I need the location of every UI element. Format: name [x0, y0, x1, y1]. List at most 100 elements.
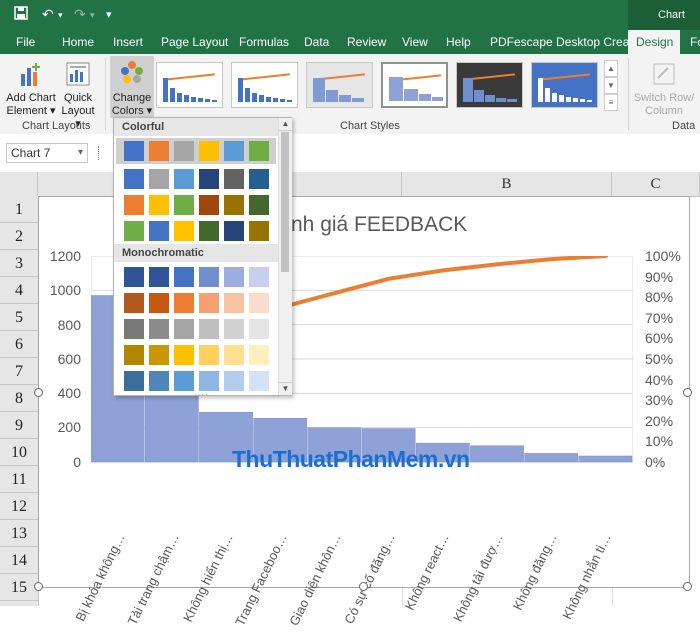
name-box[interactable]: Chart 7 ▾	[6, 143, 88, 163]
resize-handle[interactable]	[34, 388, 43, 397]
color-swatch	[174, 293, 194, 313]
change-colors-button[interactable]: Change Colors ▾	[110, 56, 154, 118]
dropdown-scrollbar[interactable]: ▲ ▼	[278, 118, 292, 395]
y-tick-label: 800	[57, 317, 81, 333]
palette-colorful-3[interactable]	[116, 192, 276, 218]
row-header[interactable]: 9	[0, 412, 38, 439]
chart-style-1[interactable]	[156, 62, 223, 108]
column-header-b[interactable]: B	[402, 172, 612, 196]
tab-file[interactable]: File	[16, 30, 35, 54]
color-swatch	[124, 141, 144, 161]
tab-data[interactable]: Data	[304, 30, 329, 54]
y2-tick-label: 80%	[645, 289, 674, 305]
tab-formulas[interactable]: Formulas	[239, 30, 289, 54]
chart-style-2[interactable]	[231, 62, 298, 108]
column-header-c[interactable]: C	[612, 172, 700, 196]
switch-row-column-button[interactable]: Switch Row/ Column	[632, 60, 696, 118]
tab-format[interactable]: Fo	[690, 30, 700, 54]
add-chart-element-button[interactable]: Add Chart Element ▾	[6, 60, 56, 118]
palette-mono-2[interactable]	[116, 290, 276, 316]
resize-handle[interactable]	[34, 582, 43, 591]
namebox-resize-handle[interactable]	[98, 146, 103, 160]
row-header[interactable]: 15	[0, 574, 38, 601]
add-chart-element-label-1: Add Chart	[6, 92, 56, 104]
bar[interactable]	[524, 453, 579, 463]
row-header[interactable]: 10	[0, 439, 38, 466]
row-header[interactable]: 5	[0, 304, 38, 331]
more-styles-icon[interactable]: ≡	[604, 94, 618, 111]
y2-tick-label: 30%	[645, 392, 674, 408]
scroll-down-arrow-icon[interactable]: ▼	[279, 382, 292, 395]
name-box-value: Chart 7	[11, 146, 51, 160]
redo-icon[interactable]: ↷	[74, 6, 86, 23]
row-header[interactable]: 3	[0, 250, 38, 277]
palette-colorful-4[interactable]	[116, 218, 276, 244]
row-header[interactable]: 4	[0, 277, 38, 304]
bar[interactable]	[470, 445, 524, 463]
chart-style-6[interactable]	[531, 62, 598, 108]
row-header[interactable]: 12	[0, 493, 38, 520]
resize-handle[interactable]	[683, 388, 692, 397]
scrollbar-thumb[interactable]	[281, 132, 289, 272]
x-category-label: Không đăng…	[509, 531, 560, 613]
tab-design[interactable]: Design	[628, 30, 680, 54]
row-header[interactable]: 2	[0, 223, 38, 250]
scroll-up-arrow-icon[interactable]: ▲	[279, 118, 292, 131]
row-header[interactable]: 1	[0, 196, 38, 223]
tab-home[interactable]: Home	[62, 30, 94, 54]
group-label-data: Data	[672, 120, 696, 132]
resize-handle[interactable]	[359, 582, 368, 591]
palette-colorful-2[interactable]	[116, 166, 276, 192]
x-category-label: Không hiển thị…	[180, 531, 236, 625]
palette-mono-3[interactable]	[116, 316, 276, 342]
tab-page-layout[interactable]: Page Layout	[161, 30, 228, 54]
row-header[interactable]: 11	[0, 466, 38, 493]
scroll-up-icon[interactable]: ▲	[604, 60, 618, 77]
chart-style-5[interactable]	[456, 62, 523, 108]
x-category-label: Trang Faceboo…	[232, 531, 290, 629]
color-swatch	[249, 267, 269, 287]
chart-title[interactable]: nh giá FEEDBACK	[291, 213, 467, 237]
customize-icon[interactable]: ▾	[106, 8, 112, 21]
row-header[interactable]: 8	[0, 385, 38, 412]
color-swatch	[149, 267, 169, 287]
scroll-down-icon[interactable]: ▼	[604, 77, 618, 94]
color-swatch	[174, 221, 194, 241]
color-swatch	[124, 293, 144, 313]
row-header[interactable]: 13	[0, 520, 38, 547]
save-icon[interactable]	[14, 6, 28, 23]
y-tick-label: 0	[73, 454, 81, 470]
color-swatch	[249, 221, 269, 241]
color-swatch	[224, 293, 244, 313]
undo-dropdown-icon[interactable]: ▾	[58, 10, 63, 21]
y2-tick-label: 70%	[645, 310, 674, 326]
quick-layout-icon	[66, 62, 90, 86]
group-label-chart-styles: Chart Styles	[340, 120, 400, 132]
name-box-dropdown-icon[interactable]: ▾	[78, 144, 83, 162]
row-header[interactable]: 14	[0, 547, 38, 574]
resize-grip-icon[interactable]: ····	[194, 390, 209, 399]
chart-style-3[interactable]	[306, 62, 373, 108]
palette-colorful-1[interactable]	[116, 138, 276, 164]
palette-mono-4[interactable]	[116, 342, 276, 368]
x-category-label: Tải trang chậm…	[124, 531, 182, 628]
tab-review[interactable]: Review	[347, 30, 386, 54]
bar[interactable]	[578, 455, 633, 463]
undo-icon[interactable]: ↶	[42, 6, 54, 23]
row-header[interactable]: 7	[0, 358, 38, 385]
color-swatch	[249, 293, 269, 313]
redo-dropdown-icon[interactable]: ▾	[90, 10, 95, 21]
color-swatch	[174, 345, 194, 365]
tab-view[interactable]: View	[402, 30, 428, 54]
chart-style-4[interactable]	[381, 62, 448, 108]
color-swatch	[249, 169, 269, 189]
tab-pdfescape[interactable]: PDFescape Desktop Creator	[490, 30, 643, 54]
tab-help[interactable]: Help	[446, 30, 471, 54]
row-header[interactable]: 6	[0, 331, 38, 358]
palette-mono-1[interactable]	[116, 264, 276, 290]
tab-insert[interactable]: Insert	[113, 30, 143, 54]
select-all-corner[interactable]	[0, 172, 38, 196]
resize-handle[interactable]	[683, 582, 692, 591]
y2-tick-label: 10%	[645, 433, 674, 449]
x-category-label: Không nhắn ti…	[559, 531, 614, 622]
